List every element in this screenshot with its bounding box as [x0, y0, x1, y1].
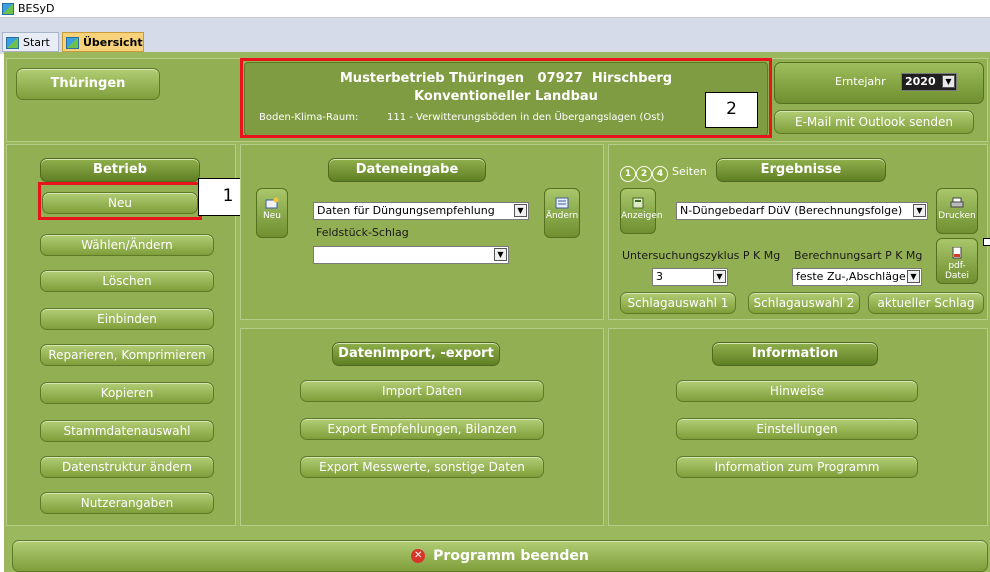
- chevron-down-icon[interactable]: ▼: [514, 204, 527, 217]
- highlight-box-2: [240, 58, 772, 138]
- dateneingabe-edit-button[interactable]: Ändern: [544, 188, 580, 238]
- show-label: Anzeigen: [621, 211, 663, 221]
- tab-uebersicht[interactable]: Übersicht: [62, 32, 144, 52]
- page-4-button[interactable]: 4: [652, 166, 668, 182]
- chevron-down-icon[interactable]: ▼: [942, 75, 955, 88]
- chevron-down-icon[interactable]: ▼: [913, 204, 926, 217]
- field-label: Feldstück-Schlag: [316, 226, 409, 239]
- calc-label: Berechnungsart P K Mg: [794, 249, 923, 262]
- tab-bar: Start Übersicht: [0, 18, 990, 54]
- data-type-value: Daten für Düngungsempfehlung: [317, 204, 495, 217]
- page-1-button[interactable]: 1: [620, 166, 636, 182]
- calc-value: feste Zu-,Abschläge: [796, 270, 906, 283]
- chevron-down-icon[interactable]: ▼: [713, 270, 726, 283]
- nutzerangaben-button[interactable]: Nutzerangaben: [40, 492, 214, 514]
- loeschen-button[interactable]: Löschen: [40, 270, 214, 292]
- harvest-year-value: 2020: [905, 75, 936, 88]
- callout-2: 2: [705, 92, 758, 128]
- quit-button[interactable]: ✕ Programm beenden: [12, 540, 988, 572]
- main-form: Thüringen Musterbetrieb Thüringen 07927 …: [4, 52, 990, 572]
- printer-icon: [950, 197, 964, 208]
- schlagauswahl-1-button[interactable]: Schlagauswahl 1: [620, 292, 736, 314]
- schlagauswahl-2-button[interactable]: Schlagauswahl 2: [748, 292, 860, 314]
- export-messwerte-button[interactable]: Export Messwerte, sonstige Daten: [300, 456, 544, 478]
- import-daten-button[interactable]: Import Daten: [300, 380, 544, 402]
- pages-label: Seiten: [672, 165, 707, 178]
- einstellungen-button[interactable]: Einstellungen: [676, 418, 918, 440]
- tab-start-label: Start: [23, 36, 50, 49]
- title-bar: BESyD: [0, 0, 990, 18]
- pdf-file-icon: [952, 247, 962, 259]
- email-outlook-button[interactable]: E-Mail mit Outlook senden: [774, 110, 974, 134]
- export-empfehlungen-button[interactable]: Export Empfehlungen, Bilanzen: [300, 418, 544, 440]
- cycle-value: 3: [656, 270, 663, 283]
- marker-square: [983, 238, 990, 246]
- field-select[interactable]: ▼: [313, 246, 509, 264]
- new-record-icon: [265, 197, 279, 209]
- waehlen-aendern-button[interactable]: Wählen/Ändern: [40, 234, 214, 256]
- stammdatenauswahl-button[interactable]: Stammdatenauswahl: [40, 420, 214, 442]
- tab-start[interactable]: Start: [2, 32, 59, 52]
- harvest-year-select[interactable]: 2020 ▼: [901, 73, 957, 91]
- harvest-label: Erntejahr: [835, 75, 886, 88]
- dateneingabe-edit-label: Ändern: [545, 211, 579, 221]
- chevron-down-icon[interactable]: ▼: [494, 248, 507, 261]
- ergebnisse-title: Ergebnisse: [716, 158, 886, 182]
- data-type-select[interactable]: Daten für Düngungsempfehlung ▼: [313, 202, 529, 220]
- print-button[interactable]: Drucken: [936, 188, 978, 234]
- tab-uebersicht-label: Übersicht: [83, 36, 143, 49]
- aktueller-schlag-button[interactable]: aktueller Schlag: [868, 292, 984, 314]
- quit-label: Programm beenden: [433, 548, 589, 564]
- result-type-value: N-Düngebedarf DüV (Berechnungsfolge): [680, 204, 903, 217]
- datenstruktur-button[interactable]: Datenstruktur ändern: [40, 456, 214, 478]
- information-title: Information: [712, 342, 878, 366]
- edit-record-icon: [555, 197, 569, 209]
- dateneingabe-new-button[interactable]: Neu: [256, 188, 288, 238]
- cycle-label: Untersuchungszyklus P K Mg: [622, 249, 781, 262]
- einbinden-button[interactable]: Einbinden: [40, 308, 214, 330]
- calc-select[interactable]: feste Zu-,Abschläge ▼: [792, 268, 922, 286]
- information-programm-button[interactable]: Information zum Programm: [676, 456, 918, 478]
- window-title: BESyD: [18, 2, 55, 15]
- dateneingabe-title: Dateneingabe: [328, 158, 486, 182]
- cycle-select[interactable]: 3 ▼: [652, 268, 728, 286]
- hinweise-button[interactable]: Hinweise: [676, 380, 918, 402]
- pdf-button[interactable]: pdf-Datei: [936, 238, 978, 284]
- state-button[interactable]: Thüringen: [16, 68, 160, 100]
- harvest-year-box: Erntejahr 2020 ▼: [774, 62, 984, 104]
- chevron-down-icon[interactable]: ▼: [907, 270, 920, 283]
- pdf-label: pdf-Datei: [944, 261, 969, 281]
- kopieren-button[interactable]: Kopieren: [40, 382, 214, 404]
- page-2-button[interactable]: 2: [636, 166, 652, 182]
- app-icon: [2, 3, 14, 15]
- reparieren-button[interactable]: Reparieren, Komprimieren: [40, 344, 214, 366]
- highlight-box-1: [38, 182, 202, 220]
- print-label: Drucken: [938, 211, 976, 221]
- datenimport-title: Datenimport, -export: [332, 342, 500, 366]
- report-icon: [632, 197, 644, 209]
- result-type-select[interactable]: N-Düngebedarf DüV (Berechnungsfolge) ▼: [676, 202, 928, 220]
- form-icon: [6, 37, 19, 49]
- form-icon: [66, 37, 79, 49]
- dateneingabe-new-label: Neu: [263, 211, 281, 221]
- show-button[interactable]: Anzeigen: [620, 188, 663, 234]
- close-icon: ✕: [411, 549, 426, 563]
- betrieb-title: Betrieb: [40, 158, 200, 182]
